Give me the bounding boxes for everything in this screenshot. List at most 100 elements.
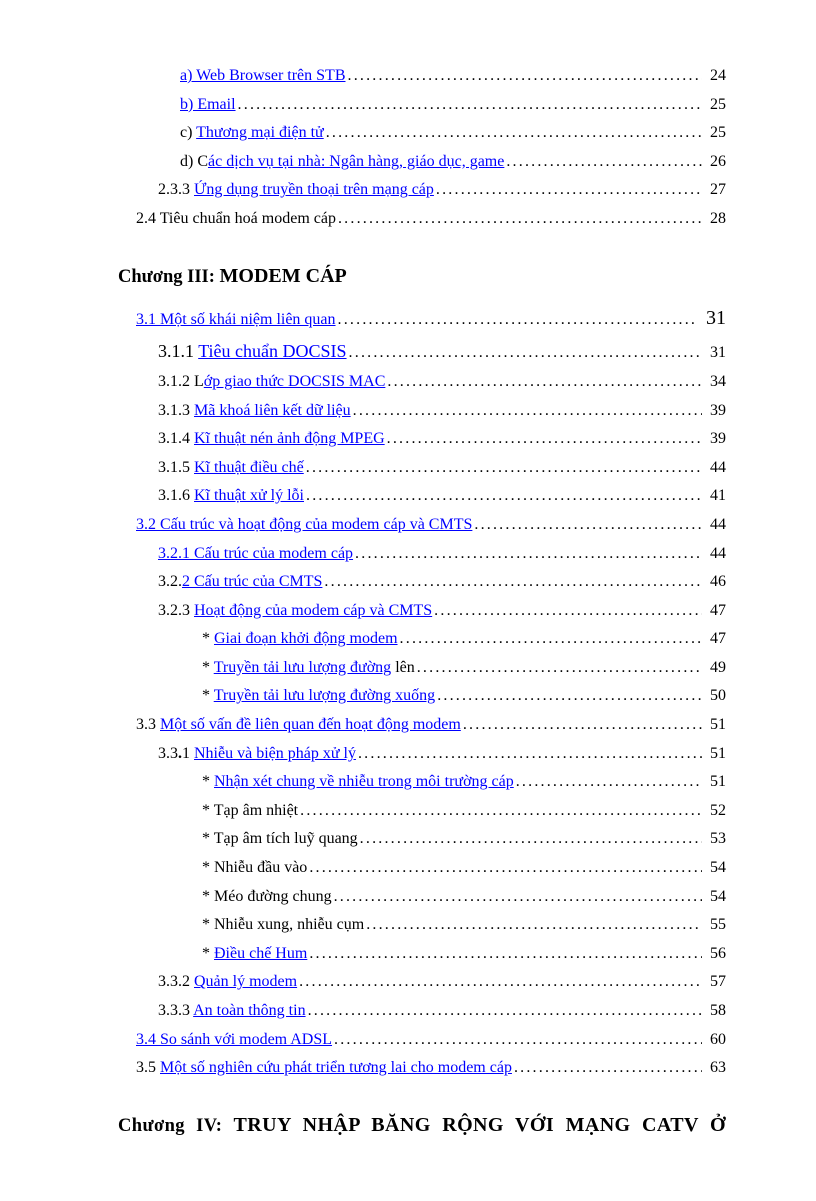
toc-entry-label: * Tạp âm nhiệt — [202, 798, 298, 824]
toc-entry-label: 3.2 Cấu trúc và hoạt động của modem cáp … — [136, 512, 472, 538]
toc-link[interactable]: 3.2 Cấu trúc và hoạt động của modem cáp … — [136, 516, 472, 533]
toc-page-number: 28 — [704, 206, 726, 232]
toc-entry-label: * Truyền tải lưu lượng đường lên — [202, 655, 415, 681]
toc-entry: 3.1.6 Kĩ thuật xử lý lỗi................… — [158, 483, 726, 509]
chapter-3-prefix: Chương III: — [118, 267, 220, 287]
toc-entry: 3.3.1 Nhiễu và biện pháp xử lý .........… — [158, 741, 726, 767]
chapter-4-title: TRUY NHẬP BĂNG RỘNG VỚI MẠNG CATV Ở — [234, 1114, 726, 1136]
toc-leaders: ........................................… — [400, 626, 702, 652]
toc-entry-label: 3.3.2 Quản lý modem — [158, 969, 297, 995]
toc-link[interactable]: Kĩ thuật điều chế — [194, 459, 304, 476]
toc-page-number: 47 — [704, 598, 726, 624]
toc-link[interactable]: 3.4 So sánh với modem ADSL — [136, 1031, 332, 1048]
toc-entry: * Tạp âm nhiệt .........................… — [202, 798, 726, 824]
toc-entry-label: * Nhiễu đầu vào — [202, 855, 307, 881]
toc-link[interactable]: 3.1 Một số khái niệm liên quan — [136, 311, 336, 328]
toc-link[interactable]: Điều chế Hum — [214, 945, 307, 962]
toc-entry-label: * Nhận xét chung về nhiễu trong môi trườ… — [202, 769, 514, 795]
toc-entry-label: 3.1.5 Kĩ thuật điều chế — [158, 455, 304, 481]
toc-link[interactable]: Một số nghiên cứu phát triển tương lai c… — [160, 1059, 512, 1076]
toc-link[interactable]: Giai đoạn khởi động modem — [214, 630, 398, 647]
toc-link[interactable]: Nhận xét chung về nhiễu trong môi trường… — [214, 773, 514, 790]
toc-entry: a) Web Browser trên STB ................… — [180, 63, 726, 89]
toc-page-number: 31 — [704, 340, 726, 366]
toc-leaders: ........................................… — [387, 369, 702, 395]
toc-entry-label: * Truyền tải lưu lượng đường xuống — [202, 683, 435, 709]
toc-link[interactable]: Một số vấn đề liên quan đến hoạt động mo… — [160, 716, 461, 733]
toc-leaders: ........................................… — [299, 969, 702, 995]
toc-entry-label: 3.2.3 Hoạt động của modem cáp và CMTS — [158, 598, 432, 624]
toc-page-number: 51 — [704, 712, 726, 738]
toc-leaders: ........................................… — [338, 307, 698, 333]
toc-entry-label: 3.4 So sánh với modem ADSL — [136, 1027, 332, 1053]
toc-link[interactable]: 3.2.1 Cấu trúc của modem cáp — [158, 545, 353, 562]
toc-link[interactable]: 2 Cấu trúc của CMTS — [182, 573, 322, 590]
toc-leaders: ........................................… — [436, 177, 702, 203]
chapter-3-heading: Chương III: MODEM CÁP — [118, 260, 726, 293]
toc-leaders: ........................................… — [358, 741, 702, 767]
toc-leaders: ........................................… — [516, 769, 702, 795]
toc-entry: * Tạp âm tích luỹ quang.................… — [202, 826, 726, 852]
toc-page-number: 46 — [704, 569, 726, 595]
toc-entry-label: 3.2.1 Cấu trúc của modem cáp — [158, 541, 353, 567]
toc-link[interactable]: Kĩ thuật xử lý lỗi — [194, 487, 304, 504]
toc-entry: 3.3 Một số vấn đề liên quan đến hoạt độn… — [136, 712, 726, 738]
toc-link[interactable]: Nhiễu và biện pháp xử lý — [194, 745, 356, 762]
toc-entry: * Nhận xét chung về nhiễu trong môi trườ… — [202, 769, 726, 795]
toc-page-number: 44 — [704, 455, 726, 481]
toc-entry-label: a) Web Browser trên STB — [180, 63, 346, 89]
toc-page-number: 54 — [704, 884, 726, 910]
toc-leaders: ........................................… — [463, 712, 702, 738]
toc-link[interactable]: Truyền tải lưu lượng đường — [214, 659, 391, 676]
toc-entry: 3.3.3 An toàn thông tin ................… — [158, 998, 726, 1024]
toc-link[interactable]: Truyền tải lưu lượng đường xuống — [214, 687, 435, 704]
toc-entry-label: * Méo đường chung — [202, 884, 332, 910]
toc-link[interactable]: b) Email — [180, 96, 236, 113]
toc-link[interactable]: Ứng dụng truyền thoại trên mạng cáp — [194, 181, 434, 198]
chapter-4-heading: Chương IV: TRUY NHẬP BĂNG RỘNG VỚI MẠNG … — [118, 1109, 726, 1142]
toc-link[interactable]: Hoạt động của modem cáp và CMTS — [194, 602, 432, 619]
toc-entry: 3.2.3 Hoạt động của modem cáp và CMTS...… — [158, 598, 726, 624]
toc-leaders: ........................................… — [326, 120, 702, 146]
toc-entry-label: 3.1.2 Lớp giao thức DOCSIS MAC — [158, 369, 385, 395]
toc-entry: * Điều chế Hum .........................… — [202, 941, 726, 967]
toc-entry: 2.3.3 Ứng dụng truyền thoại trên mạng cá… — [158, 177, 726, 203]
toc-page-number: 44 — [704, 512, 726, 538]
toc-leaders: ........................................… — [334, 884, 702, 910]
toc-entry: * Méo đường chung ......................… — [202, 884, 726, 910]
toc-leaders: ........................................… — [417, 655, 702, 681]
toc-leaders: ........................................… — [349, 340, 702, 366]
toc-page-number: 31 — [700, 302, 726, 334]
toc-page-number: 27 — [704, 177, 726, 203]
toc-leaders: ........................................… — [348, 63, 703, 89]
toc-page-number: 24 — [704, 63, 726, 89]
toc-link[interactable]: ớp giao thức DOCSIS MAC — [204, 373, 386, 390]
toc-link[interactable]: ác dịch vụ tại nhà: Ngân hàng, giáo dục,… — [208, 153, 504, 170]
toc-entry-label: 2.3.3 Ứng dụng truyền thoại trên mạng cá… — [158, 177, 434, 203]
toc-link[interactable]: a) Web Browser trên STB — [180, 67, 346, 84]
toc-link[interactable]: Mã khoá liên kết dữ liệu — [194, 402, 351, 419]
toc-page-number: 52 — [704, 798, 726, 824]
toc-link[interactable]: Thương mại điện tử — [196, 124, 324, 141]
toc-entry: * Nhiễu đầu vào ........................… — [202, 855, 726, 881]
toc-leaders: ........................................… — [309, 941, 702, 967]
toc-leaders: ........................................… — [437, 683, 702, 709]
toc-page-number: 26 — [704, 149, 726, 175]
toc-entry-label: d) Các dịch vụ tại nhà: Ngân hàng, giáo … — [180, 149, 504, 175]
toc-link[interactable]: Tiêu chuẩn DOCSIS — [198, 341, 346, 361]
toc-page-number: 39 — [704, 426, 726, 452]
toc-page-number: 39 — [704, 398, 726, 424]
toc-leaders: ........................................… — [300, 798, 702, 824]
toc-link[interactable]: An toàn thông tin — [193, 1002, 305, 1019]
toc-entry-label: 3.1.6 Kĩ thuật xử lý lỗi — [158, 483, 304, 509]
toc-entry-label: 2.4 Tiêu chuẩn hoá modem cáp — [136, 206, 336, 232]
toc-entry: 3.2.1 Cấu trúc của modem cáp ...........… — [158, 541, 726, 567]
toc-page-number: 25 — [704, 120, 726, 146]
toc-entry: 3.2.2 Cấu trúc của CMTS ................… — [158, 569, 726, 595]
toc-entry: d) Các dịch vụ tại nhà: Ngân hàng, giáo … — [180, 149, 726, 175]
toc-entry: * Truyền tải lưu lượng đường xuống......… — [202, 683, 726, 709]
toc-leaders: ........................................… — [360, 826, 702, 852]
toc-entry-label: * Giai đoạn khởi động modem — [202, 626, 398, 652]
toc-link[interactable]: Kĩ thuật nén ảnh động MPEG — [194, 430, 385, 447]
toc-link[interactable]: Quản lý modem — [194, 973, 297, 990]
